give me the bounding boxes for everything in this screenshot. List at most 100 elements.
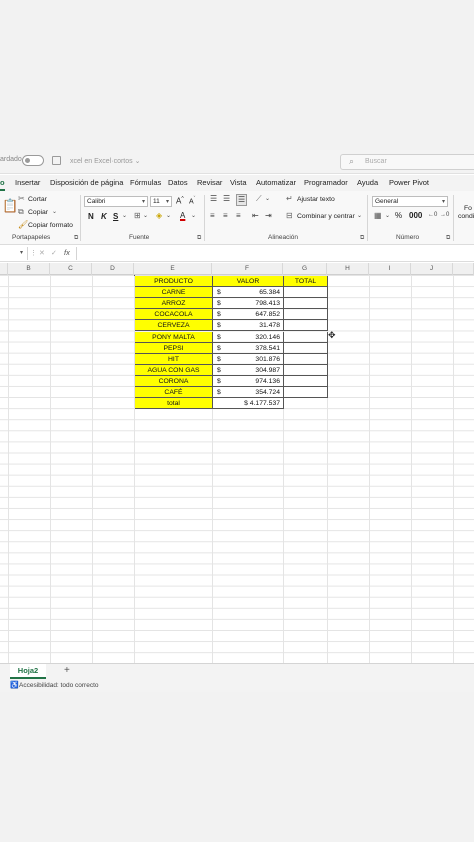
product-cell[interactable]: CORONA bbox=[135, 375, 213, 387]
cut-icon[interactable]: ✂ bbox=[18, 195, 25, 203]
tab-page-layout[interactable]: Disposición de página bbox=[50, 178, 123, 187]
tab-home[interactable]: o bbox=[0, 178, 5, 187]
value-cell[interactable]: $647.852 bbox=[213, 309, 284, 321]
number-launcher-icon[interactable]: ⧉ bbox=[446, 235, 450, 242]
product-cell[interactable]: CERVEZA bbox=[135, 320, 213, 332]
value-cell[interactable]: $65.384 bbox=[213, 287, 284, 299]
formula-input[interactable] bbox=[76, 247, 474, 260]
value-cell[interactable]: $378.541 bbox=[213, 342, 284, 354]
conditional-format-label-1[interactable]: Fo bbox=[464, 205, 472, 212]
total-cell[interactable] bbox=[284, 298, 328, 310]
column-header-e[interactable]: E bbox=[134, 263, 212, 275]
header-valor[interactable]: VALOR bbox=[213, 276, 284, 288]
align-right-icon[interactable]: ≡ bbox=[236, 212, 241, 220]
tab-view[interactable]: Vista bbox=[230, 178, 247, 187]
align-bottom-icon[interactable]: ☰ bbox=[236, 194, 248, 206]
italic-button[interactable]: K bbox=[101, 212, 107, 221]
font-name-select[interactable]: Calibri ▾ bbox=[84, 196, 148, 207]
product-cell[interactable]: HIT bbox=[135, 353, 213, 365]
accessibility-icon[interactable]: ♿ bbox=[10, 681, 19, 689]
value-cell[interactable]: $31.478 bbox=[213, 320, 284, 332]
total-cell[interactable] bbox=[284, 309, 328, 321]
insert-function-icon[interactable]: fx bbox=[64, 248, 70, 257]
merge-center-icon[interactable]: ⊟ bbox=[286, 212, 293, 220]
product-cell[interactable]: PEPSI bbox=[135, 342, 213, 354]
percent-style-icon[interactable]: % bbox=[395, 211, 402, 220]
alignment-launcher-icon[interactable]: ⧉ bbox=[360, 235, 364, 242]
bold-button[interactable]: N bbox=[88, 212, 94, 221]
row-header-corner[interactable] bbox=[0, 263, 8, 275]
total-cell[interactable] bbox=[284, 342, 328, 354]
product-cell[interactable]: ARROZ bbox=[135, 298, 213, 310]
align-top-icon[interactable]: ☰ bbox=[210, 195, 217, 203]
accounting-chevron-down-icon[interactable]: ⌄ bbox=[385, 213, 390, 219]
product-cell[interactable]: CAFÉ bbox=[135, 387, 213, 399]
font-launcher-icon[interactable]: ⧉ bbox=[197, 235, 201, 242]
accounting-format-icon[interactable]: ▦ bbox=[374, 212, 382, 220]
align-middle-icon[interactable]: ☰ bbox=[223, 195, 230, 203]
add-sheet-button[interactable]: + bbox=[64, 665, 70, 676]
increase-font-icon[interactable]: A^ bbox=[176, 196, 184, 206]
tab-developer[interactable]: Programador bbox=[304, 178, 348, 187]
sheet-tab-hoja2[interactable]: Hoja2 bbox=[10, 664, 46, 679]
worksheet-grid[interactable]: PRODUCTO VALOR TOTAL CARNE $65.384 ARROZ $798.… bbox=[0, 275, 474, 663]
value-cell[interactable]: $304.987 bbox=[213, 364, 284, 376]
total-cell[interactable] bbox=[284, 364, 328, 376]
autosave-toggle[interactable] bbox=[22, 155, 44, 166]
align-center-icon[interactable]: ≡ bbox=[223, 212, 228, 220]
header-producto[interactable]: PRODUCTO bbox=[135, 276, 213, 288]
tab-power-pivot[interactable]: Power Pivot bbox=[389, 178, 429, 187]
total-cell[interactable] bbox=[284, 375, 328, 387]
total-value-cell[interactable]: $ 4.177.537 bbox=[213, 398, 284, 410]
value-cell[interactable]: $320.146 bbox=[213, 331, 284, 343]
tab-review[interactable]: Revisar bbox=[197, 178, 222, 187]
increase-decimal-icon[interactable]: ←0 bbox=[428, 212, 437, 218]
search-box[interactable]: ⌕ Buscar bbox=[340, 154, 474, 170]
font-color-chevron-down-icon[interactable]: ⌄ bbox=[191, 213, 196, 219]
wrap-text-icon[interactable]: ↵ bbox=[286, 195, 293, 203]
borders-chevron-down-icon[interactable]: ⌄ bbox=[143, 213, 148, 219]
document-title[interactable]: xcel en Excel·cortos ⌄ bbox=[70, 157, 140, 165]
merge-chevron-down-icon[interactable]: ⌄ bbox=[357, 213, 362, 219]
underline-chevron-down-icon[interactable]: ⌄ bbox=[122, 213, 127, 219]
decrease-font-icon[interactable]: Aˇ bbox=[189, 196, 195, 205]
align-left-icon[interactable]: ≡ bbox=[210, 212, 215, 220]
total-cell[interactable] bbox=[284, 331, 328, 343]
column-header-c[interactable]: C bbox=[50, 263, 92, 275]
value-cell[interactable]: $974.136 bbox=[213, 375, 284, 387]
product-cell[interactable]: CARNE bbox=[135, 287, 213, 299]
fill-color-icon[interactable]: ◈ bbox=[156, 212, 162, 220]
number-format-select[interactable]: General ▾ bbox=[372, 196, 448, 207]
merge-center-button[interactable]: Combinar y centrar bbox=[297, 213, 355, 220]
tab-formulas[interactable]: Fórmulas bbox=[130, 178, 161, 187]
product-cell[interactable]: COCACOLA bbox=[135, 309, 213, 321]
fill-chevron-down-icon[interactable]: ⌄ bbox=[166, 213, 171, 219]
column-header-f[interactable]: F bbox=[212, 263, 283, 275]
decrease-indent-icon[interactable]: ⇤ bbox=[252, 212, 259, 220]
value-cell[interactable]: $798.413 bbox=[213, 298, 284, 310]
column-header-d[interactable]: D bbox=[92, 263, 134, 275]
more-icon[interactable]: ⋮ bbox=[30, 249, 37, 257]
column-header-b[interactable]: B bbox=[8, 263, 50, 275]
wrap-text-button[interactable]: Ajustar texto bbox=[297, 196, 335, 203]
font-color-icon[interactable]: A bbox=[180, 211, 185, 220]
column-header-g[interactable]: G bbox=[283, 263, 327, 275]
increase-indent-icon[interactable]: ⇥ bbox=[265, 212, 272, 220]
total-cell[interactable] bbox=[284, 320, 328, 332]
column-header-j[interactable]: J bbox=[411, 263, 453, 275]
value-cell[interactable]: $301.876 bbox=[213, 353, 284, 365]
tab-automate[interactable]: Automatizar bbox=[256, 178, 296, 187]
clipboard-launcher-icon[interactable]: ⧉ bbox=[74, 235, 78, 242]
copy-icon[interactable]: ⧉ bbox=[18, 208, 24, 216]
name-box[interactable]: ▾ bbox=[0, 247, 28, 260]
value-cell[interactable]: $354.724 bbox=[213, 387, 284, 399]
underline-button[interactable]: S bbox=[113, 212, 118, 221]
cancel-icon[interactable]: ✕ bbox=[39, 249, 45, 257]
accessibility-status[interactable]: Accesibilidad: todo correcto bbox=[19, 682, 99, 689]
tab-insert[interactable]: Insertar bbox=[15, 178, 40, 187]
copy-chevron-down-icon[interactable]: ⌄ bbox=[52, 209, 57, 215]
total-cell[interactable] bbox=[284, 287, 328, 299]
tab-data[interactable]: Datos bbox=[168, 178, 188, 187]
total-cell[interactable] bbox=[284, 353, 328, 365]
column-header-i[interactable]: I bbox=[369, 263, 411, 275]
